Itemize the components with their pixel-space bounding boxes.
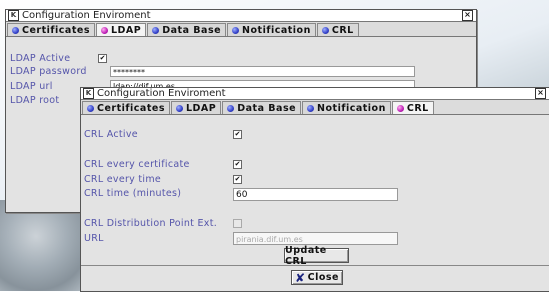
- crl-every-certificate-label: CRL every certificate: [84, 158, 190, 170]
- front-window-title: Configuration Enviroment: [97, 88, 226, 99]
- front-config-window: K Configuration Enviroment × Certificate…: [80, 87, 549, 292]
- background-photo: [0, 200, 90, 291]
- crl-every-time-label: CRL every time: [84, 173, 162, 185]
- tab-certificates[interactable]: Certificates: [82, 101, 170, 114]
- crl-active-checkbox[interactable]: ✔: [233, 129, 242, 139]
- crl-every-certificate-row: CRL every certificate ✔: [84, 158, 242, 170]
- crl-time-label: CRL time (minutes): [84, 187, 182, 199]
- back-window-tabs: Certificates LDAP Data Base Notification…: [6, 22, 476, 37]
- tab-label: LDAP: [185, 102, 217, 114]
- tab-dot-icon: [12, 26, 19, 34]
- tab-crl[interactable]: CRL: [316, 23, 359, 36]
- tab-data-base[interactable]: Data Base: [222, 101, 302, 114]
- tab-label: CRL: [331, 24, 354, 36]
- tab-dot-icon: [227, 104, 235, 112]
- tab-label: Certificates: [22, 24, 90, 36]
- ldap-active-label: LDAP Active: [10, 52, 71, 64]
- tab-dot-icon: [321, 26, 329, 34]
- tab-dot-icon: [307, 104, 315, 112]
- url-label: URL: [84, 232, 104, 244]
- ldap-active-checkbox[interactable]: ✔: [98, 53, 107, 63]
- front-window-tabs: Certificates LDAP Data Base Notification…: [81, 100, 549, 115]
- ldap-password-field[interactable]: ********: [110, 66, 415, 77]
- tab-label: CRL: [406, 102, 429, 114]
- tab-dot-icon: [100, 26, 108, 34]
- ldap-active-row: LDAP Active ✔: [10, 52, 107, 64]
- back-window-title: Configuration Enviroment: [22, 10, 151, 21]
- crl-dist-checkbox[interactable]: [233, 218, 242, 228]
- crl-active-row: CRL Active ✔: [84, 128, 242, 140]
- tab-dot-icon: [152, 26, 160, 34]
- tab-notification[interactable]: Notification: [302, 101, 391, 114]
- tab-ldap[interactable]: LDAP: [95, 23, 147, 36]
- tab-dot-icon: [87, 104, 94, 112]
- front-window-close-icon[interactable]: ×: [535, 88, 546, 99]
- close-x-icon: ✘: [295, 270, 306, 285]
- back-window-close-icon[interactable]: ×: [462, 10, 473, 21]
- crl-dist-row: CRL Distribution Point Ext.: [84, 217, 242, 229]
- ldap-root-label: LDAP root: [10, 94, 60, 106]
- front-window-titlebar[interactable]: K Configuration Enviroment ×: [81, 88, 549, 100]
- tab-label: Data Base: [237, 102, 297, 114]
- ldap-password-row: LDAP password: [10, 65, 87, 77]
- tab-certificates[interactable]: Certificates: [7, 23, 95, 36]
- tab-crl[interactable]: CRL: [391, 101, 434, 114]
- crl-every-certificate-checkbox[interactable]: ✔: [233, 159, 242, 169]
- crl-active-label: CRL Active: [84, 128, 138, 140]
- crl-time-row: CRL time (minutes): [84, 187, 181, 199]
- update-crl-button[interactable]: Update CRL: [284, 245, 349, 267]
- url-field[interactable]: pirania.dif.um.es: [233, 232, 398, 245]
- ldap-url-label: LDAP url: [10, 80, 53, 92]
- close-button-label: Close: [307, 272, 339, 283]
- ldap-url-row: LDAP url: [10, 80, 53, 92]
- tab-ldap[interactable]: LDAP: [170, 101, 222, 114]
- tab-notification[interactable]: Notification: [227, 23, 316, 36]
- tab-dot-icon: [175, 104, 183, 112]
- footer-divider: [81, 265, 549, 266]
- k-logo-icon: K: [8, 10, 19, 21]
- tab-dot-icon: [232, 26, 240, 34]
- url-row: URL: [84, 232, 104, 244]
- back-window-titlebar[interactable]: K Configuration Enviroment ×: [6, 10, 476, 22]
- tab-label: Notification: [242, 24, 311, 36]
- tab-data-base[interactable]: Data Base: [147, 23, 227, 36]
- tab-label: Notification: [317, 102, 386, 114]
- tab-dot-icon: [396, 104, 404, 112]
- crl-every-time-row: CRL every time ✔: [84, 173, 242, 185]
- tab-label: Data Base: [162, 24, 222, 36]
- tab-label: LDAP: [110, 24, 142, 36]
- tab-label: Certificates: [97, 102, 165, 114]
- crl-dist-label: CRL Distribution Point Ext.: [84, 217, 218, 229]
- crl-every-time-checkbox[interactable]: ✔: [233, 174, 242, 184]
- k-logo-icon: K: [83, 88, 94, 99]
- ldap-root-row: LDAP root: [10, 94, 59, 106]
- ldap-password-label: LDAP password: [10, 65, 87, 77]
- crl-time-field[interactable]: 60: [233, 188, 398, 201]
- close-button[interactable]: ✘ Close: [291, 270, 343, 285]
